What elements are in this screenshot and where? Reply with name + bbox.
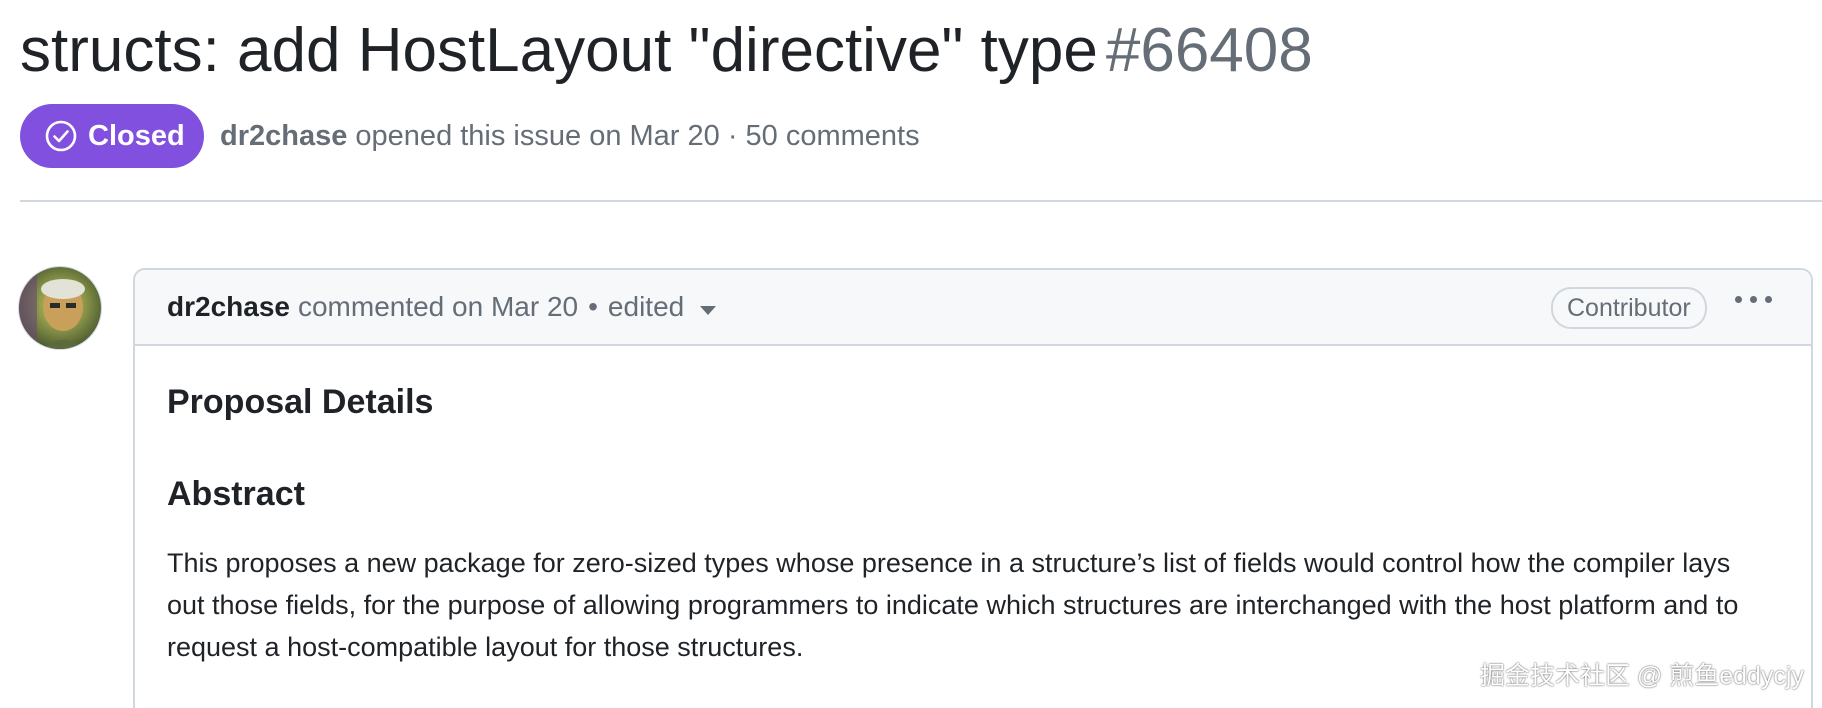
comment-author-link[interactable]: dr2chase (167, 288, 290, 326)
comment-header: dr2chase commented on Mar 20 • edited Co… (135, 270, 1811, 346)
issue-author-link[interactable]: dr2chase (220, 120, 347, 152)
issue-title: structs: add HostLayout "directive" type… (20, 12, 1313, 90)
kebab-dot (1735, 296, 1742, 303)
issue-state-badge: Closed (20, 104, 204, 168)
issue-meta-text: opened this issue on Mar 20 · 50 comment… (355, 120, 920, 152)
kebab-dot (1750, 296, 1757, 303)
abstract-paragraph: This proposes a new package for zero-siz… (167, 548, 1739, 662)
avatar[interactable] (18, 266, 102, 350)
comment-meta: dr2chase commented on Mar 20 • edited (167, 288, 717, 326)
edited-label[interactable]: edited (608, 288, 684, 326)
check-circle-icon (44, 119, 78, 153)
issue-title-text: structs: add HostLayout "directive" type (20, 16, 1098, 85)
caret-down-icon[interactable] (700, 305, 717, 315)
header-divider (20, 200, 1822, 202)
issue-number: #66408 (1105, 16, 1313, 85)
issue-meta: dr2chase opened this issue on Mar 20 · 5… (220, 116, 920, 156)
comment-timestamp[interactable]: commented on Mar 20 (298, 288, 578, 326)
issue-page: structs: add HostLayout "directive" type… (0, 0, 1822, 708)
kebab-dot (1765, 296, 1772, 303)
watermark: 掘金技术社区 @ 煎鱼eddycjy (1479, 662, 1804, 690)
comment-separator: • (588, 291, 598, 322)
heading-proposal-details: Proposal Details (167, 383, 434, 421)
contributor-badge: Contributor (1551, 287, 1707, 329)
kebab-horizontal-icon[interactable] (1735, 296, 1772, 303)
comment-box: dr2chase commented on Mar 20 • edited Co… (133, 268, 1813, 708)
heading-abstract: Abstract (167, 475, 305, 513)
issue-state-label: Closed (88, 119, 185, 152)
